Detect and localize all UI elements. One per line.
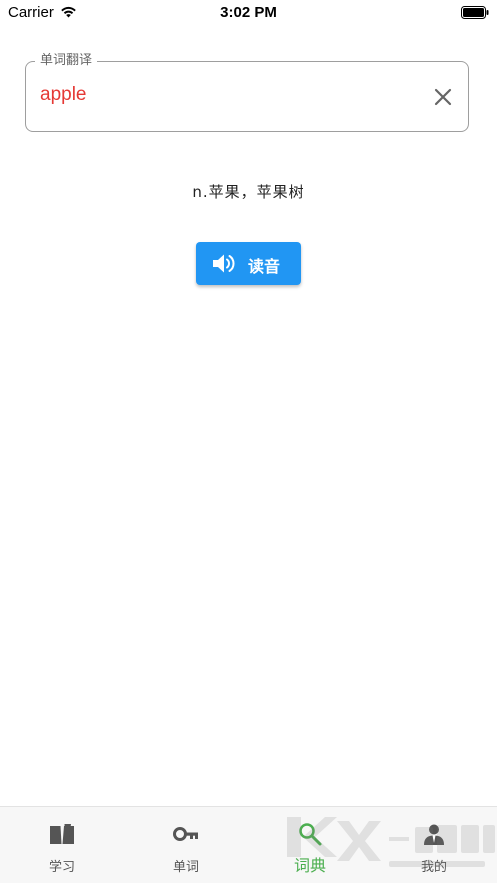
speak-button[interactable]: 读音	[196, 242, 301, 285]
tab-dictionary-label: 词典	[293, 856, 326, 875]
word-input[interactable]	[40, 84, 400, 106]
battery-icon	[461, 6, 489, 19]
tab-dictionary[interactable]: 词典	[248, 807, 372, 884]
book-icon	[50, 824, 74, 844]
user-icon	[424, 824, 444, 845]
clock: 3:02 PM	[220, 4, 277, 21]
speaker-icon	[213, 254, 235, 273]
tab-profile[interactable]: 我的	[372, 807, 496, 884]
tab-words-label: 单词	[172, 860, 199, 875]
bottom-navigation: 学习 单词 词典 我的	[0, 806, 497, 883]
tab-study[interactable]: 学习	[0, 807, 124, 884]
key-icon	[173, 827, 198, 841]
field-label: 单词翻译	[35, 53, 98, 69]
translation-result: n.苹果，苹果树	[192, 183, 305, 201]
clear-icon[interactable]	[432, 86, 454, 108]
tab-words[interactable]: 单词	[124, 807, 248, 884]
tab-study-label: 学习	[48, 860, 75, 875]
speak-button-label: 读音	[248, 257, 281, 276]
search-icon	[299, 823, 322, 846]
tab-profile-label: 我的	[420, 860, 447, 875]
word-translation-field[interactable]: 单词翻译	[25, 53, 469, 132]
status-bar: Carrier 3:02 PM	[0, 0, 497, 26]
